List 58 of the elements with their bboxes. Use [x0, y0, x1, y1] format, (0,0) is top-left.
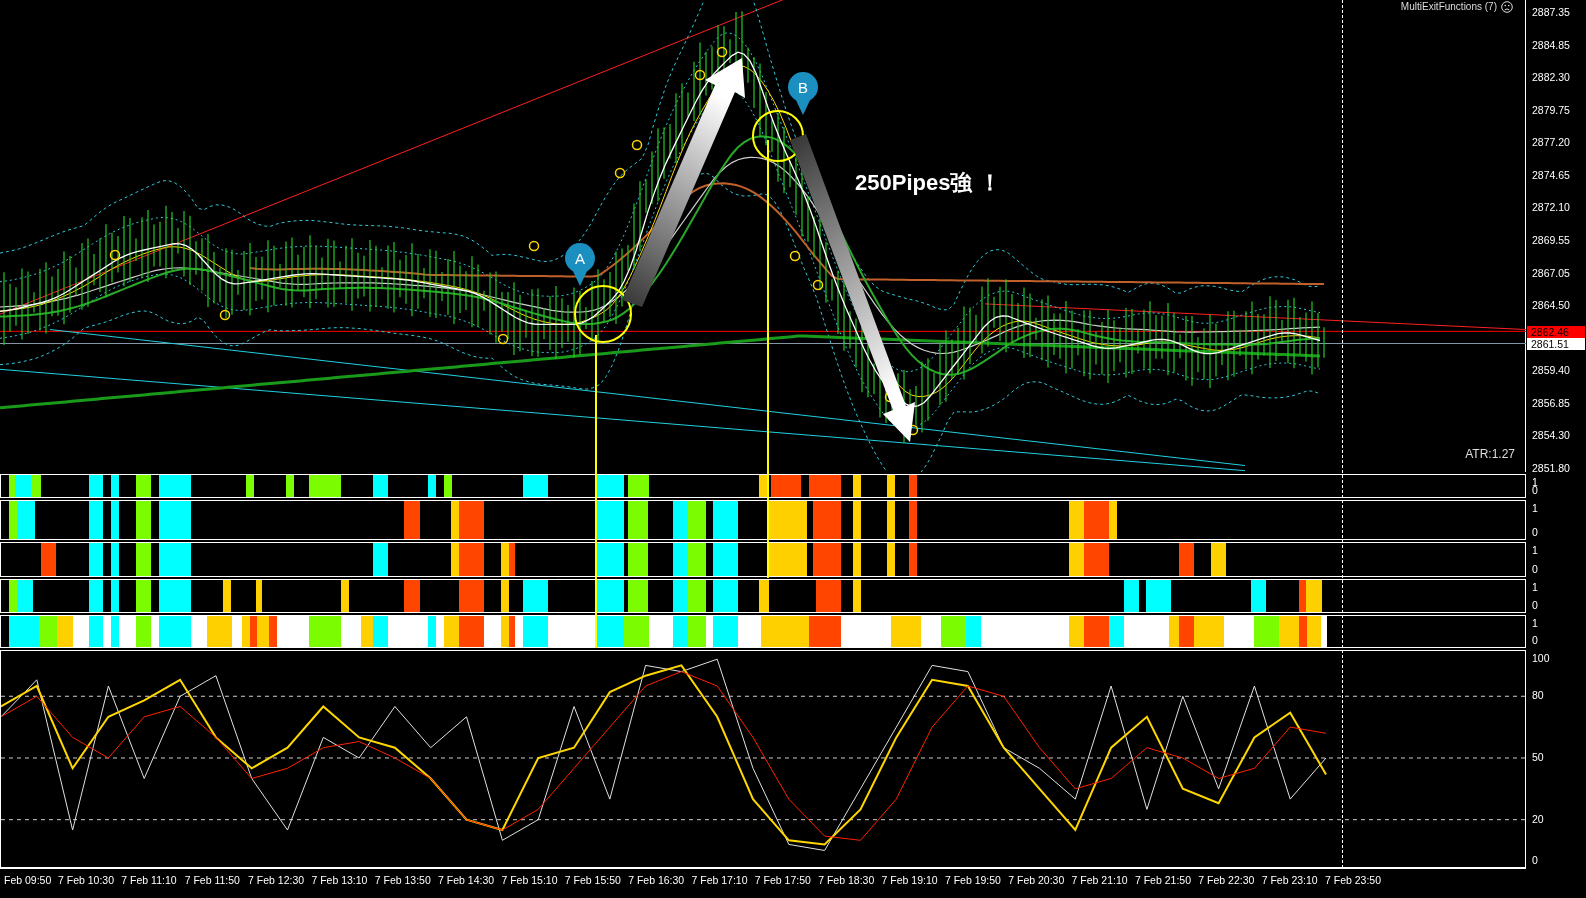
axis-label: 2882.30	[1532, 71, 1570, 84]
time-label: 7 Feb 10:30	[58, 874, 115, 886]
annotation-text: 250Pipes強 ！	[855, 169, 1001, 197]
axis-label: 50	[1532, 750, 1544, 763]
axis-label: 2874.65	[1532, 168, 1570, 181]
price-tag: 2861.51	[1527, 338, 1585, 350]
axis-label: 2879.75	[1532, 103, 1570, 116]
axis-label: 100	[1532, 652, 1550, 664]
time-label: 7 Feb 16:30	[628, 874, 685, 886]
axis-label: 2887.35	[1532, 6, 1570, 18]
axis-label: 0	[1532, 853, 1538, 866]
axis-label: 2864.50	[1532, 299, 1570, 312]
sad-face-icon	[1501, 1, 1513, 13]
time-label: 7 Feb 23:50	[1325, 874, 1382, 886]
time-label: 7 Feb 17:50	[754, 874, 811, 886]
time-label: 7 Feb 11:10	[121, 874, 177, 886]
price-tag: 2862.46	[1527, 326, 1585, 338]
axis-label: 2851.80	[1532, 462, 1570, 474]
time-label: 7 Feb 11:50	[184, 874, 240, 886]
time-label: 7 Feb 13:10	[311, 874, 368, 886]
axis-label: 20	[1532, 812, 1544, 825]
axis-label: 1	[1532, 502, 1538, 514]
highlight-circle	[574, 285, 632, 343]
axis-label: 1	[1532, 544, 1538, 556]
axis-label: 2854.30	[1532, 429, 1570, 442]
time-label: 7 Feb 21:50	[1134, 874, 1191, 886]
axis-label: 2856.85	[1532, 396, 1570, 409]
atr-value: ATR:1.27	[1465, 447, 1515, 461]
axis-label: 0	[1532, 563, 1538, 575]
time-label: 7 Feb 15:10	[501, 874, 558, 886]
axis-label: 2867.05	[1532, 266, 1570, 279]
time-label: 7 Feb 18:30	[818, 874, 875, 886]
axis-label: 80	[1532, 689, 1544, 702]
axis-label: 1	[1532, 617, 1538, 629]
time-label: 7 Feb 19:50	[944, 874, 1001, 886]
axis-label: 2884.85	[1532, 38, 1570, 51]
axis-label: 2869.55	[1532, 234, 1570, 246]
time-label: 7 Feb 15:50	[564, 874, 621, 886]
time-label: 7 Feb 17:10	[691, 874, 748, 886]
axis-label: 2872.10	[1532, 201, 1570, 214]
axis-label: 2859.40	[1532, 364, 1570, 377]
time-label: 7 Feb 21:10	[1071, 874, 1128, 886]
axis-label: 0	[1532, 634, 1538, 646]
time-label: 7 Feb 13:50	[374, 874, 431, 886]
time-label: 7 Feb 19:10	[881, 874, 938, 886]
axis-label: 0	[1532, 526, 1538, 538]
time-label: 7 Feb 20:30	[1008, 874, 1065, 886]
time-label: 7 Feb 14:30	[438, 874, 495, 886]
time-label: 7 Feb 22:30	[1198, 874, 1255, 886]
indicator-title: MultiExitFunctions (7)	[1400, 1, 1497, 12]
time-label: 7 Feb 12:30	[248, 874, 305, 886]
axis-label: 1	[1532, 581, 1538, 593]
highlight-circle	[752, 110, 804, 162]
axis-label: 0	[1532, 599, 1538, 611]
time-label: 7 Feb 23:10	[1261, 874, 1318, 886]
axis-label: 0	[1532, 484, 1538, 496]
axis-label: 2877.20	[1532, 136, 1570, 149]
time-label: Feb 09:50	[4, 874, 52, 886]
